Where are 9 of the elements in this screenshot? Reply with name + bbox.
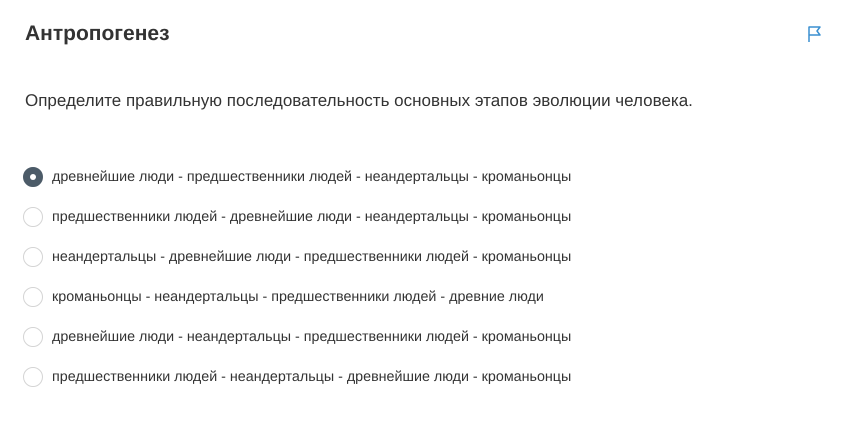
page-title: Антропогенез	[25, 22, 170, 46]
option-label[interactable]: кроманьонцы - неандертальцы - предшественники людей - древние люди	[52, 286, 544, 308]
option-label[interactable]: неандертальцы - древнейшие люди - предшественники людей - кроманьонцы	[52, 246, 572, 268]
radio-button[interactable]	[23, 167, 43, 187]
option-label[interactable]: древнейшие люди - неандертальцы - предшественники людей - кроманьонцы	[52, 326, 572, 348]
option-label[interactable]: предшественники людей - неандертальцы - древнейшие люди - кроманьонцы	[52, 366, 572, 388]
question-text: Определите правильную последовательность основных этапов эволюции человека.	[25, 91, 694, 111]
option-label[interactable]: предшественники людей - древнейшие люди - неандертальцы - кроманьонцы	[52, 206, 572, 228]
option-label[interactable]: древнейшие люди - предшественники людей - неандертальцы - кроманьонцы	[52, 166, 572, 188]
